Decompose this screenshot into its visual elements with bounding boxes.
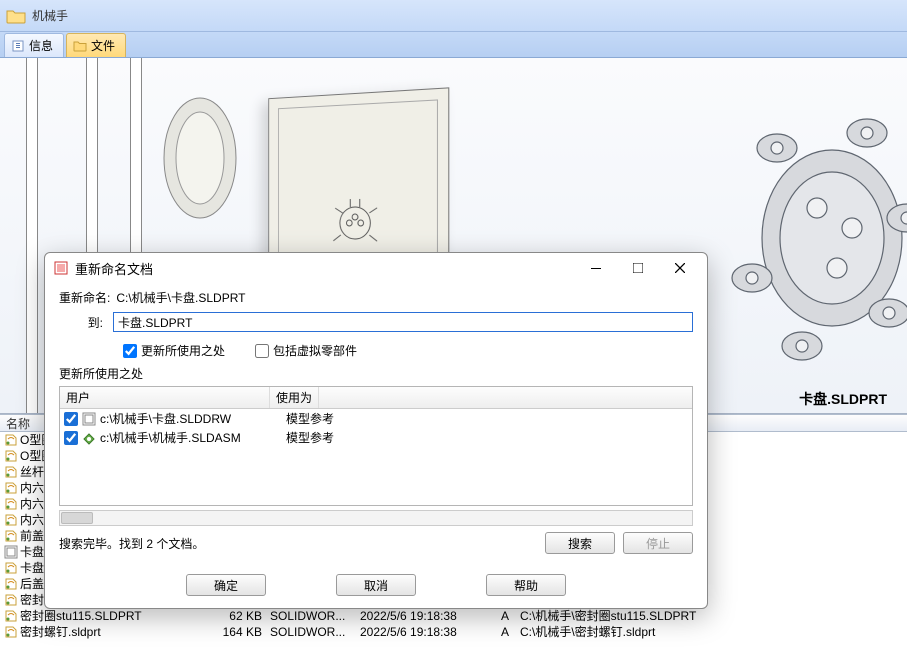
tab-strip: 信息 文件 xyxy=(0,32,907,58)
minimize-button[interactable] xyxy=(575,256,617,280)
file-row[interactable]: 密封圈stu115.SLDPRT62 KBSOLIDWOR...2022/5/6… xyxy=(4,608,907,624)
file-icon xyxy=(4,625,18,639)
preview-caption: 卡盘.SLDPRT xyxy=(799,389,887,409)
file-icon xyxy=(4,513,18,527)
folder-small-icon xyxy=(73,39,87,53)
file-row[interactable]: 密封螺钉.sldprt164 KBSOLIDWOR...2022/5/6 19:… xyxy=(4,624,907,640)
to-label: 到: xyxy=(59,314,113,331)
update-used-checkbox[interactable]: 更新所使用之处 xyxy=(123,342,225,359)
stop-button[interactable]: 停止 xyxy=(623,532,693,554)
tab-info-label: 信息 xyxy=(29,37,53,54)
file-icon xyxy=(4,561,18,575)
col-user[interactable]: 用户 xyxy=(60,387,270,408)
col-name: 名称 xyxy=(6,415,30,432)
file-icon xyxy=(4,465,18,479)
file-icon xyxy=(4,577,18,591)
used-section-label: 更新所使用之处 xyxy=(59,365,693,382)
help-button[interactable]: 帮助 xyxy=(486,574,566,596)
rename-dialog: 重新命名文档 重新命名: C:\机械手\卡盘.SLDPRT 到: 更新所使用之处… xyxy=(44,252,708,609)
horizontal-scrollbar[interactable] xyxy=(59,510,693,526)
file-icon xyxy=(4,593,18,607)
ok-button[interactable]: 确定 xyxy=(186,574,266,596)
folder-icon xyxy=(6,7,26,25)
info-icon xyxy=(11,39,25,53)
maximize-button[interactable] xyxy=(617,256,659,280)
part-3d-preview xyxy=(677,78,907,398)
used-table[interactable]: 用户 使用为 c:\机械手\卡盘.SLDDRW模型参考c:\机械手\机械手.SL… xyxy=(59,386,693,506)
file-icon xyxy=(4,449,18,463)
rename-label: 重新命名: xyxy=(59,289,116,306)
dialog-app-icon xyxy=(53,260,69,276)
used-row[interactable]: c:\机械手\卡盘.SLDDRW模型参考 xyxy=(60,409,692,428)
file-icon xyxy=(4,433,18,447)
file-icon xyxy=(4,545,18,559)
used-row-icon xyxy=(82,431,96,445)
file-icon xyxy=(4,529,18,543)
cancel-button[interactable]: 取消 xyxy=(336,574,416,596)
used-row-checkbox[interactable] xyxy=(64,431,78,445)
col-usedas[interactable]: 使用为 xyxy=(270,387,319,408)
app-title: 机械手 xyxy=(32,7,68,24)
drawing-sketch-icon xyxy=(322,182,389,253)
file-icon xyxy=(4,609,18,623)
used-row[interactable]: c:\机械手\机械手.SLDASM模型参考 xyxy=(60,428,692,447)
to-input[interactable] xyxy=(113,312,693,332)
dialog-title: 重新命名文档 xyxy=(75,259,575,278)
rename-path: C:\机械手\卡盘.SLDPRT xyxy=(116,289,245,306)
used-row-checkbox[interactable] xyxy=(64,412,78,426)
search-button[interactable]: 搜索 xyxy=(545,532,615,554)
tab-files[interactable]: 文件 xyxy=(66,33,126,57)
app-titlebar: 机械手 xyxy=(0,0,907,32)
search-status: 搜索完毕。找到 2 个文档。 xyxy=(59,535,537,552)
update-used-label: 更新所使用之处 xyxy=(141,342,225,359)
include-virtual-checkbox[interactable]: 包括虚拟零部件 xyxy=(255,342,357,359)
tab-info[interactable]: 信息 xyxy=(4,33,64,57)
tab-files-label: 文件 xyxy=(91,37,115,54)
grip-shape xyxy=(160,88,240,228)
dialog-titlebar[interactable]: 重新命名文档 xyxy=(45,253,707,283)
close-button[interactable] xyxy=(659,256,701,280)
used-row-icon xyxy=(82,412,96,426)
include-virtual-label: 包括虚拟零部件 xyxy=(273,342,357,359)
file-icon xyxy=(4,481,18,495)
file-icon xyxy=(4,497,18,511)
